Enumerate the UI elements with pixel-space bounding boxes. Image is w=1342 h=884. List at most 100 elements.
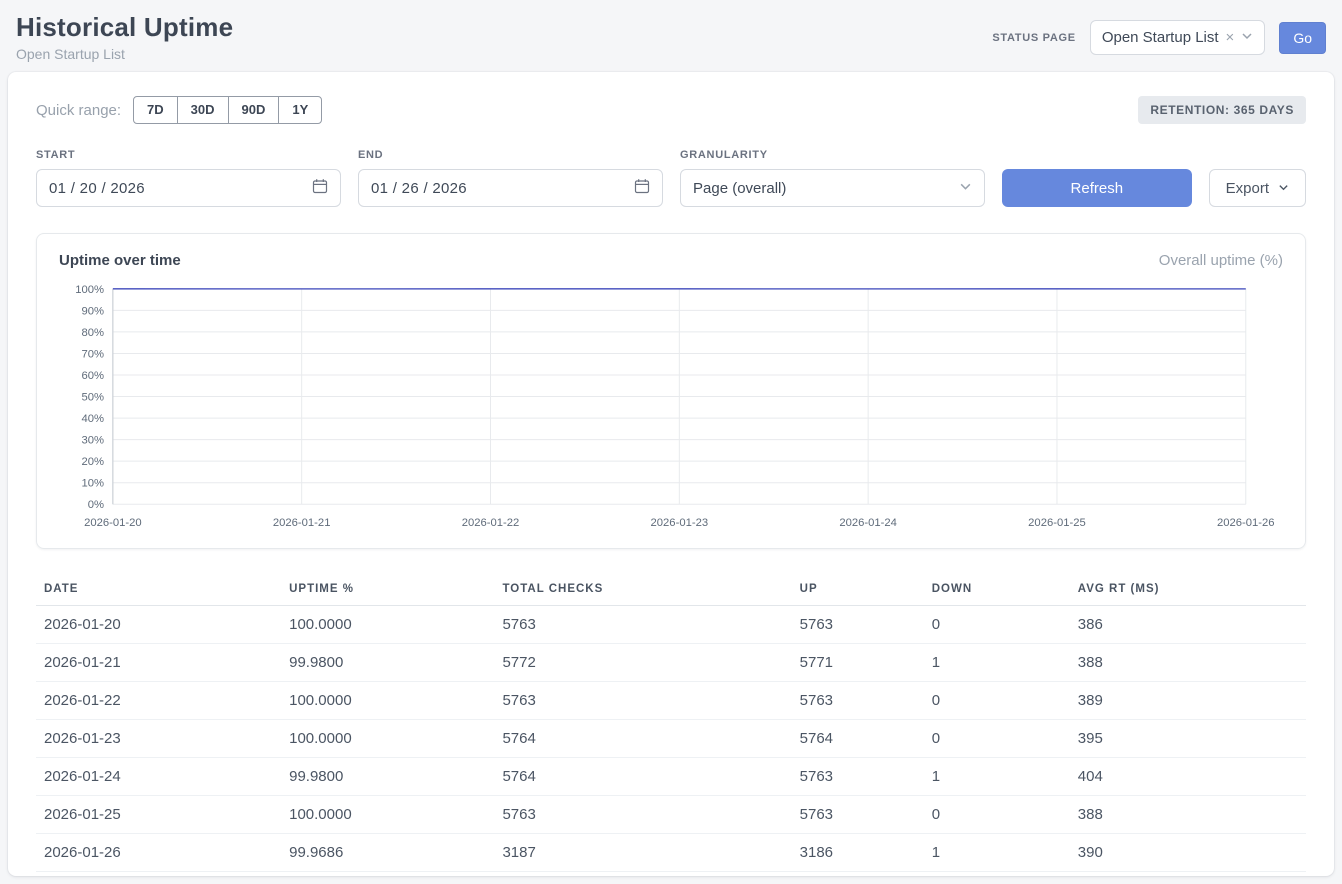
start-date-field-group: START 01 / 20 / 2026 [36,149,341,207]
quick-range-7d-button[interactable]: 7D [133,96,178,124]
start-date-value: 01 / 20 / 2026 [49,180,145,197]
chevron-down-icon [1278,180,1289,197]
svg-text:20%: 20% [82,456,105,468]
export-button[interactable]: Export [1209,169,1306,207]
svg-text:90%: 90% [82,305,105,317]
cell: 5772 [494,643,791,681]
table-row: 2026-01-20100.0000576357630386 [36,605,1306,643]
svg-text:40%: 40% [82,413,105,425]
svg-text:2026-01-20: 2026-01-20 [84,517,142,529]
cell: 0 [924,681,1070,719]
uptime-table: DATEUPTIME %TOTAL CHECKSUPDOWNAVG RT (MS… [36,573,1306,872]
svg-text:30%: 30% [82,435,105,447]
column-header-uptime: UPTIME % [281,573,494,606]
svg-text:60%: 60% [82,370,105,382]
cell: 5763 [792,757,924,795]
status-page-select-value: Open Startup List [1102,29,1219,46]
cell: 390 [1070,833,1306,871]
start-date-input[interactable]: 01 / 20 / 2026 [36,169,341,207]
granularity-value: Page (overall) [693,180,786,197]
cell: 1 [924,757,1070,795]
svg-text:100%: 100% [75,284,104,296]
svg-text:70%: 70% [82,348,105,360]
svg-text:2026-01-23: 2026-01-23 [651,517,709,529]
quick-range-90d-button[interactable]: 90D [228,96,280,124]
go-button[interactable]: Go [1279,22,1326,54]
cell: 1 [924,643,1070,681]
cell: 388 [1070,795,1306,833]
svg-text:2026-01-25: 2026-01-25 [1028,517,1086,529]
column-header-down: DOWN [924,573,1070,606]
cell: 0 [924,605,1070,643]
cell: 100.0000 [281,605,494,643]
granularity-label: GRANULARITY [680,149,985,161]
uptime-line-chart: 0%10%20%30%40%50%60%70%80%90%100%2026-01… [59,281,1283,538]
end-date-field-group: END 01 / 26 / 2026 [358,149,663,207]
cell: 2026-01-20 [36,605,281,643]
svg-text:10%: 10% [82,478,105,490]
status-page-label: STATUS PAGE [992,32,1075,44]
end-date-input[interactable]: 01 / 26 / 2026 [358,169,663,207]
svg-text:50%: 50% [82,391,105,403]
table-row: 2026-01-2699.9686318731861390 [36,833,1306,871]
status-page-select[interactable]: Open Startup List × [1090,20,1266,55]
table-row: 2026-01-2199.9800577257711388 [36,643,1306,681]
chevron-down-icon [959,180,972,197]
cell: 5763 [494,795,791,833]
cell: 5763 [792,605,924,643]
cell: 3187 [494,833,791,871]
header-actions: STATUS PAGE Open Startup List × Go [992,20,1326,55]
cell: 395 [1070,719,1306,757]
cell: 5763 [494,681,791,719]
cell: 2026-01-21 [36,643,281,681]
table-header-row: DATEUPTIME %TOTAL CHECKSUPDOWNAVG RT (MS… [36,573,1306,606]
chart-header: Uptime over time Overall uptime (%) [59,252,1283,269]
page-subtitle: Open Startup List [16,46,233,62]
cell: 99.9800 [281,643,494,681]
table-row: 2026-01-25100.0000576357630388 [36,795,1306,833]
svg-text:2026-01-26: 2026-01-26 [1217,517,1275,529]
cell: 100.0000 [281,681,494,719]
end-date-label: END [358,149,663,161]
page-title: Historical Uptime [16,12,233,43]
refresh-button[interactable]: Refresh [1002,169,1192,207]
calendar-icon[interactable] [634,178,650,198]
svg-text:2026-01-24: 2026-01-24 [839,517,897,529]
start-date-label: START [36,149,341,161]
page-header: Historical Uptime Open Startup List STAT… [0,0,1342,72]
cell: 386 [1070,605,1306,643]
svg-text:0%: 0% [88,499,104,511]
cell: 1 [924,833,1070,871]
column-header-total-checks: TOTAL CHECKS [494,573,791,606]
granularity-field-group: GRANULARITY Page (overall) [680,149,985,207]
end-date-value: 01 / 26 / 2026 [371,180,467,197]
cell: 389 [1070,681,1306,719]
cell: 404 [1070,757,1306,795]
cell: 5764 [494,719,791,757]
chevron-down-icon [1241,29,1253,46]
cell: 2026-01-23 [36,719,281,757]
cell: 99.9686 [281,833,494,871]
cell: 2026-01-26 [36,833,281,871]
cell: 5771 [792,643,924,681]
cell: 100.0000 [281,795,494,833]
cell: 99.9800 [281,757,494,795]
filter-fields-row: START 01 / 20 / 2026 END 01 / 26 / 2026 … [36,149,1306,207]
title-block: Historical Uptime Open Startup List [16,12,233,62]
table-body: 2026-01-20100.00005763576303862026-01-21… [36,605,1306,871]
chart-legend: Overall uptime (%) [1159,252,1283,269]
granularity-select[interactable]: Page (overall) [680,169,985,207]
quick-range-30d-button[interactable]: 30D [177,96,229,124]
cell: 2026-01-25 [36,795,281,833]
retention-badge: RETENTION: 365 DAYS [1138,96,1306,124]
quick-range-1y-button[interactable]: 1Y [278,96,322,124]
clear-icon[interactable]: × [1226,30,1235,45]
cell: 2026-01-22 [36,681,281,719]
cell: 5763 [494,605,791,643]
calendar-icon[interactable] [312,178,328,198]
column-header-avg-rt-ms: AVG RT (MS) [1070,573,1306,606]
cell: 388 [1070,643,1306,681]
cell: 0 [924,719,1070,757]
svg-text:2026-01-22: 2026-01-22 [462,517,520,529]
column-header-date: DATE [36,573,281,606]
